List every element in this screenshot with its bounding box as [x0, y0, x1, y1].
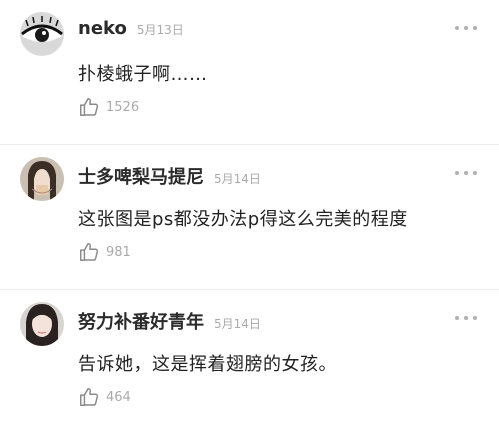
comment-text: 扑棱蛾子啊……: [78, 64, 208, 85]
avatar-portrait-image: [20, 157, 64, 201]
comment-item: 士多啤梨马提尼 5月14日 这张图是ps都没办法p得这么完美的程度 981: [0, 145, 499, 290]
avatar[interactable]: [20, 12, 64, 56]
comment-text: 这张图是ps都没办法p得这么完美的程度: [78, 209, 408, 230]
username[interactable]: neko: [78, 18, 127, 39]
comment-date: 5月14日: [214, 172, 261, 186]
more-dots-icon[interactable]: [455, 171, 477, 177]
thumbs-up-icon: [80, 243, 99, 261]
comment-item: neko 5月13日 扑棱蛾子啊…… 1526: [0, 0, 499, 145]
comment-date: 5月13日: [136, 23, 184, 37]
username[interactable]: 努力补番好青年: [78, 308, 204, 334]
username[interactable]: 士多啤梨马提尼: [78, 163, 204, 189]
like-button[interactable]: 464: [78, 386, 131, 408]
more-dots-icon[interactable]: [455, 26, 477, 32]
comment-date: 5月14日: [214, 317, 261, 331]
like-button[interactable]: 1526: [78, 96, 139, 118]
thumbs-up-icon: [80, 98, 99, 116]
more-dots-icon[interactable]: [455, 316, 477, 322]
comment-item: 努力补番好青年 5月14日 告诉她，这是挥着翅膀的女孩。 464: [0, 290, 499, 434]
like-count: 981: [106, 244, 131, 260]
comment-list: neko 5月13日 扑棱蛾子啊…… 1526 士多啤梨马提尼 5月14日 这张…: [0, 0, 499, 434]
like-button[interactable]: 981: [78, 241, 131, 263]
like-count: 1526: [106, 99, 140, 115]
thumbs-up-icon: [80, 388, 99, 406]
avatar-portrait-image: [20, 302, 64, 346]
comment-text: 告诉她，这是挥着翅膀的女孩。: [78, 354, 337, 375]
avatar-eye-image: [20, 12, 64, 56]
avatar[interactable]: [20, 157, 64, 201]
avatar[interactable]: [20, 302, 64, 346]
like-count: 464: [106, 389, 131, 405]
